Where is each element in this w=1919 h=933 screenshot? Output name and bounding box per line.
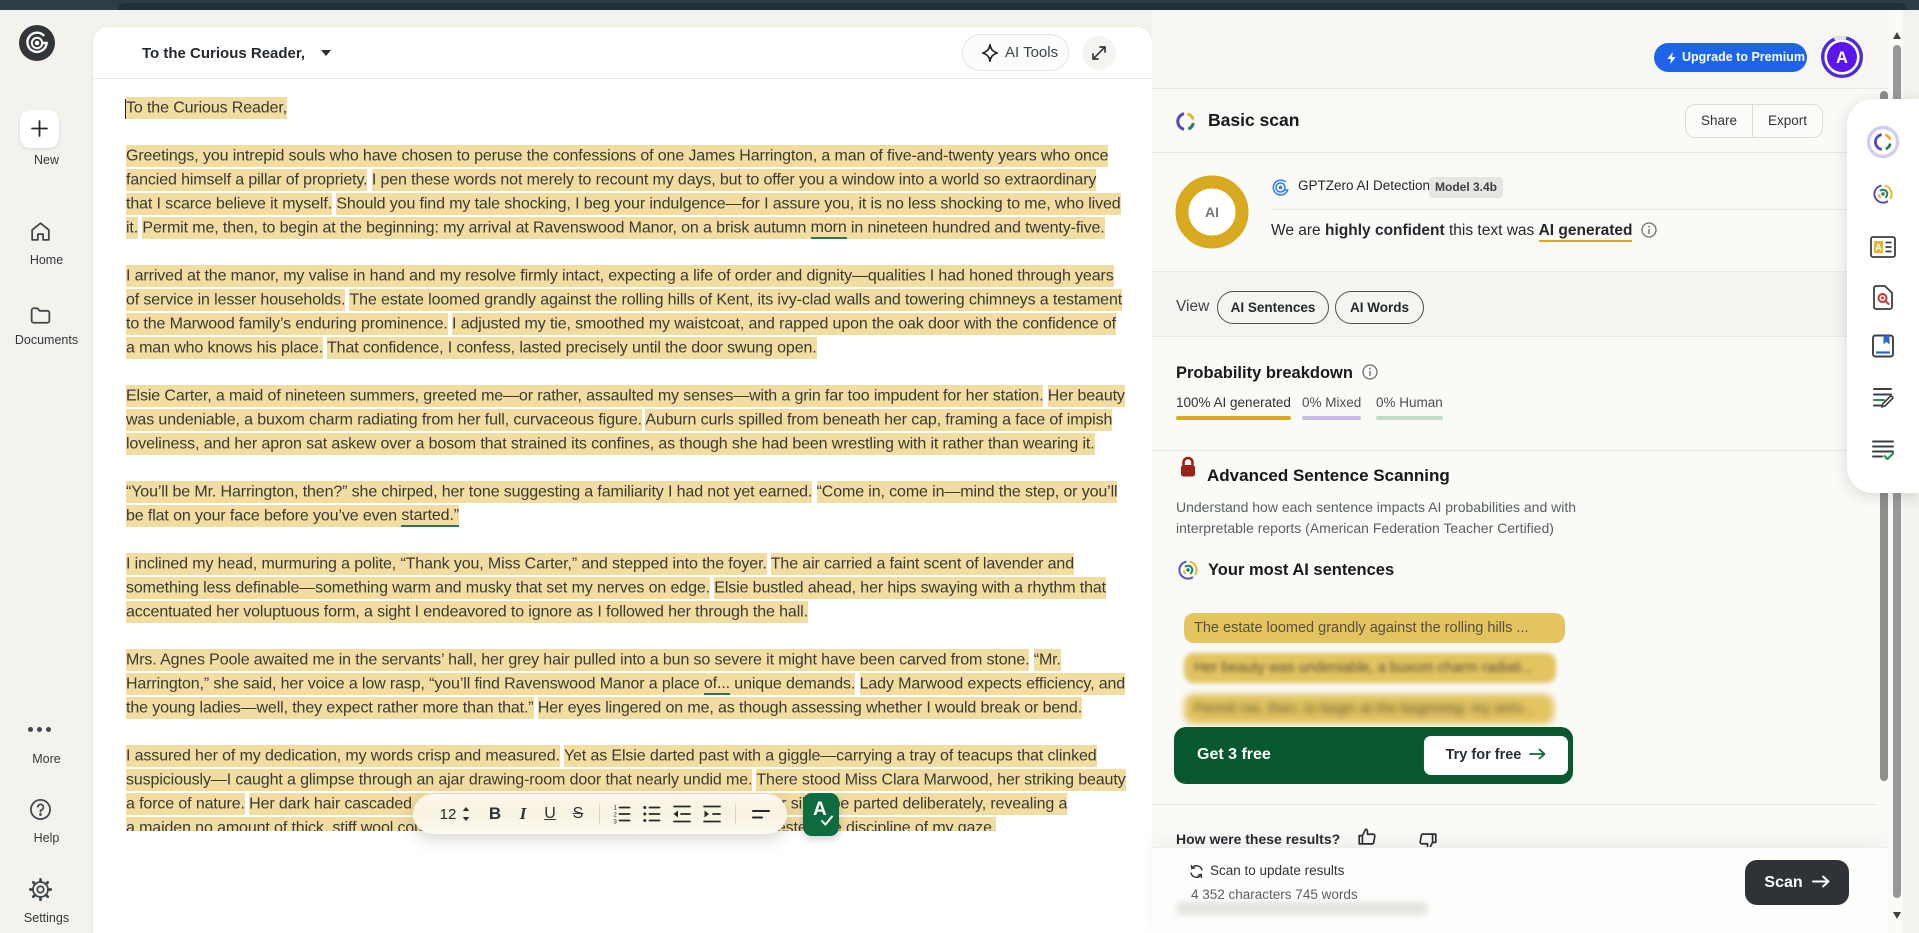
svg-text:A: A [1836,49,1848,67]
svg-text:AI: AI [1205,204,1219,220]
svg-text:1: 1 [614,806,618,812]
svg-text:2: 2 [614,813,618,819]
svg-text:3: 3 [614,820,618,826]
svg-text:A: A [1875,243,1882,253]
